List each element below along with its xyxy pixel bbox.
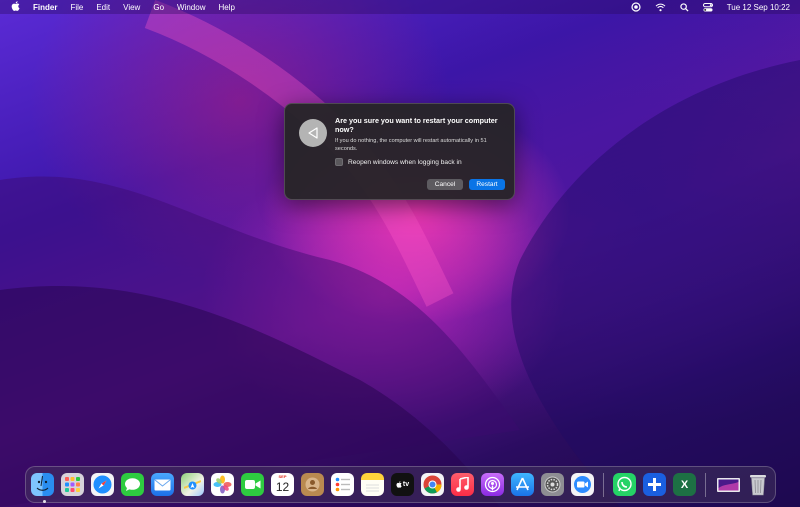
dock-chrome[interactable] <box>421 473 444 496</box>
excel-label: X <box>680 478 689 491</box>
menu-edit[interactable]: Edit <box>96 3 110 12</box>
screen-record-icon[interactable] <box>631 2 642 12</box>
mail-envelope-icon <box>154 479 171 490</box>
control-center-icon[interactable] <box>703 2 714 12</box>
safari-compass-icon <box>93 475 112 494</box>
dock-mail[interactable] <box>151 473 174 496</box>
dock-separator-2 <box>705 473 706 497</box>
dock-notes[interactable] <box>361 473 384 496</box>
dock-photos[interactable] <box>211 473 234 496</box>
music-note-icon <box>456 477 469 492</box>
launchpad-icon <box>65 477 80 492</box>
restart-dialog: Are you sure you want to restart your co… <box>284 103 515 200</box>
apple-tv-logo-icon <box>396 481 402 488</box>
apple-menu-icon[interactable] <box>10 0 20 14</box>
dock-contacts[interactable] <box>301 473 324 496</box>
dock-zoom[interactable] <box>571 473 594 496</box>
app-store-icon <box>516 477 529 491</box>
podcasts-icon <box>484 476 501 493</box>
dock-trash[interactable] <box>746 473 769 496</box>
downloads-stack-icon <box>717 477 740 492</box>
dock-messages[interactable] <box>121 473 144 496</box>
messages-bubble-icon <box>125 478 140 491</box>
wallpaper-waves <box>0 0 800 507</box>
photos-flower-icon <box>213 475 232 494</box>
plus-icon <box>648 478 661 491</box>
menu-help[interactable]: Help <box>218 3 234 12</box>
dock: SEP 12 tv X <box>25 466 776 503</box>
wifi-icon[interactable] <box>655 2 666 12</box>
gear-icon <box>544 476 561 493</box>
contacts-person-icon <box>305 477 320 492</box>
dock-music[interactable] <box>451 473 474 496</box>
menu-app-name[interactable]: Finder <box>33 3 57 12</box>
dock-finder[interactable] <box>31 473 54 496</box>
restart-button[interactable]: Restart <box>469 179 505 190</box>
menu-bar-right: Tue 12 Sep 10:22 <box>631 2 790 12</box>
trash-icon <box>749 475 766 496</box>
reopen-windows-label: Reopen windows when logging back in <box>348 158 462 166</box>
menu-view[interactable]: View <box>123 3 140 12</box>
dock-downloads-stack[interactable] <box>715 473 742 496</box>
dock-excel[interactable]: X <box>673 473 696 496</box>
menu-bar: Finder File Edit View Go Window Help Tue… <box>0 0 800 14</box>
menu-bar-left: Finder File Edit View Go Window Help <box>10 0 235 14</box>
calendar-month: SEP <box>278 474 287 479</box>
dock-launchpad[interactable] <box>61 473 84 496</box>
apple-tv-label: tv <box>402 481 410 488</box>
finder-icon <box>36 475 49 491</box>
calendar-day: 12 <box>275 480 290 494</box>
search-icon[interactable] <box>679 2 690 12</box>
notes-icon <box>366 484 379 492</box>
reopen-windows-option[interactable]: Reopen windows when logging back in <box>335 158 462 166</box>
dock-facetime[interactable] <box>241 473 264 496</box>
facetime-camera-icon <box>244 480 260 489</box>
dock-calendar[interactable]: SEP 12 <box>271 473 294 496</box>
dock-system-settings[interactable] <box>541 473 564 496</box>
dock-separator <box>603 473 604 497</box>
dock-safari[interactable] <box>91 473 114 496</box>
chrome-icon <box>423 475 442 494</box>
menu-clock[interactable]: Tue 12 Sep 10:22 <box>727 3 790 12</box>
menu-window[interactable]: Window <box>177 3 205 12</box>
dock-tembo-plus[interactable] <box>643 473 666 496</box>
whatsapp-phone-icon <box>617 476 632 492</box>
dock-reminders[interactable] <box>331 473 354 496</box>
menu-file[interactable]: File <box>70 3 83 12</box>
dialog-message: If you do nothing, the computer will res… <box>335 138 487 152</box>
reopen-windows-checkbox[interactable] <box>335 158 343 166</box>
zoom-camera-icon <box>574 476 591 493</box>
menu-go[interactable]: Go <box>153 3 164 12</box>
finder-running-indicator <box>43 500 46 503</box>
dock-podcasts[interactable] <box>481 473 504 496</box>
cancel-button[interactable]: Cancel <box>427 179 463 190</box>
restart-arrow-icon <box>299 119 327 147</box>
dock-app-store[interactable] <box>511 473 534 496</box>
dock-whatsapp[interactable] <box>613 473 636 496</box>
dock-maps[interactable] <box>181 473 204 496</box>
maps-pin-icon <box>184 480 201 490</box>
dock-apple-tv[interactable]: tv <box>391 473 414 496</box>
dialog-title: Are you sure you want to restart your co… <box>335 116 498 134</box>
reminders-list-icon <box>335 477 350 492</box>
